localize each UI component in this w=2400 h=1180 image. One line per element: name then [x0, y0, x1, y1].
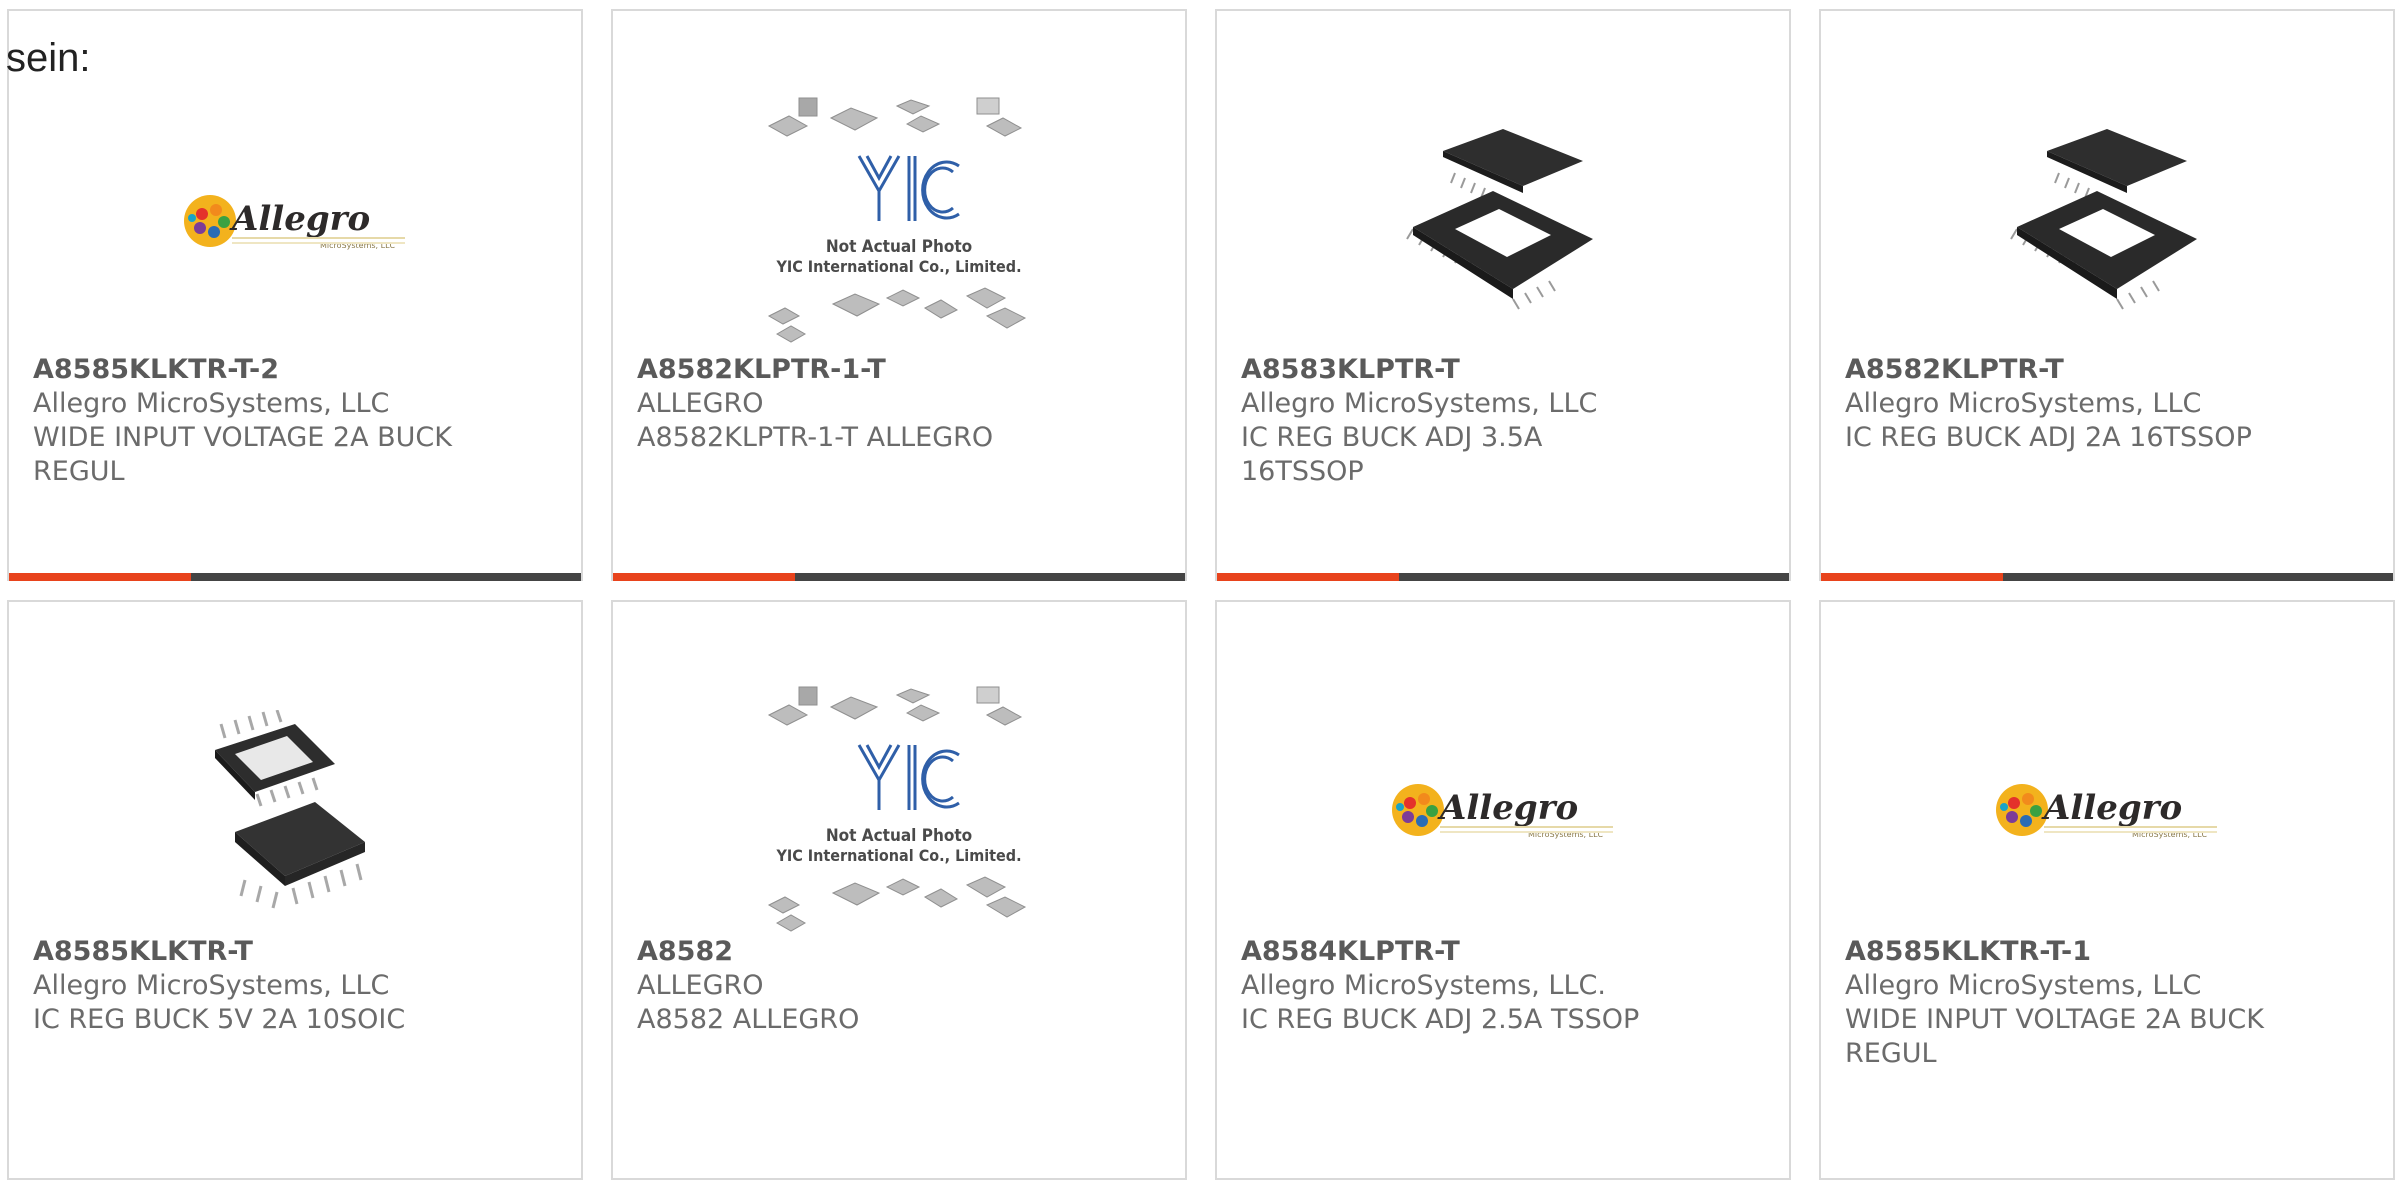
svg-text:Allegro: Allegro	[1437, 788, 1578, 828]
section-heading: sein:	[6, 36, 91, 80]
product-image	[1821, 91, 2393, 351]
svg-text:Allegro: Allegro	[2041, 788, 2182, 828]
description: IC REG BUCK 5V 2A 10SOIC	[33, 1004, 406, 1035]
product-card[interactable]: Allegro MicroSystems, LLC A8585KLKTR-T-2…	[7, 9, 583, 581]
svg-text:Not Actual Photo: Not Actual Photo	[826, 826, 972, 846]
manufacturer: Allegro MicroSystems, LLC.	[1241, 970, 1606, 1001]
part-number[interactable]: A8582	[637, 935, 1067, 969]
product-info: A8582KLPTR-T Allegro MicroSystems, LLC I…	[1845, 353, 2275, 455]
product-image	[1217, 91, 1789, 351]
product-image	[9, 680, 581, 940]
yic-placeholder-icon: Not Actual Photo YIC International Co., …	[767, 686, 1027, 932]
product-image: Not Actual Photo YIC International Co., …	[613, 680, 1185, 940]
manufacturer: ALLEGRO	[637, 388, 764, 419]
part-number[interactable]: A8582KLPTR-T	[1845, 353, 2275, 387]
product-card[interactable]: Not Actual Photo YIC International Co., …	[611, 9, 1187, 581]
description: WIDE INPUT VOLTAGE 2A BUCK REGUL	[1845, 1004, 2264, 1069]
allegro-logo-icon: Allegro MicroSystems, LLC	[184, 195, 405, 250]
product-image: Allegro MicroSystems, LLC	[9, 91, 581, 351]
product-info: A8582 ALLEGRO A8582 ALLEGRO	[637, 935, 1067, 1037]
yic-placeholder-icon: Not Actual Photo YIC International Co., …	[767, 97, 1027, 343]
product-image: Allegro MicroSystems, LLC	[1217, 680, 1789, 940]
allegro-logo-icon: Allegro MicroSystems, LLC	[1392, 784, 1613, 839]
product-grid: Allegro MicroSystems, LLC A8585KLKTR-T-2…	[0, 0, 2400, 1180]
product-info: A8582KLPTR-1-T ALLEGRO A8582KLPTR-1-T AL…	[637, 353, 1067, 455]
product-info: A8585KLKTR-T Allegro MicroSystems, LLC I…	[33, 935, 463, 1037]
product-card[interactable]: A8582KLPTR-T Allegro MicroSystems, LLC I…	[1819, 9, 2395, 581]
tssop-package-icon	[1406, 129, 1593, 310]
manufacturer: Allegro MicroSystems, LLC	[33, 388, 390, 419]
manufacturer: Allegro MicroSystems, LLC	[33, 970, 390, 1001]
product-info: A8585KLKTR-T-2 Allegro MicroSystems, LLC…	[33, 353, 463, 489]
description: IC REG BUCK ADJ 2.5A TSSOP	[1241, 1004, 1640, 1035]
product-card[interactable]: Not Actual Photo YIC International Co., …	[611, 600, 1187, 1180]
svg-text:YIC International Co., Limited: YIC International Co., Limited.	[775, 257, 1021, 276]
description: IC REG BUCK ADJ 3.5A 16TSSOP	[1241, 422, 1543, 487]
product-card[interactable]: A8585KLKTR-T Allegro MicroSystems, LLC I…	[7, 600, 583, 1180]
description: WIDE INPUT VOLTAGE 2A BUCK REGUL	[33, 422, 452, 487]
card-accent-bar	[9, 573, 581, 581]
manufacturer: Allegro MicroSystems, LLC	[1845, 388, 2202, 419]
svg-text:Not Actual Photo: Not Actual Photo	[826, 237, 972, 257]
product-image: Not Actual Photo YIC International Co., …	[613, 91, 1185, 351]
description: A8582KLPTR-1-T ALLEGRO	[637, 422, 994, 453]
part-number[interactable]: A8585KLKTR-T	[33, 935, 463, 969]
soic-package-icon	[215, 710, 365, 909]
part-number[interactable]: A8585KLKTR-T-2	[33, 353, 463, 387]
description: IC REG BUCK ADJ 2A 16TSSOP	[1845, 422, 2252, 453]
description: A8582 ALLEGRO	[637, 1004, 860, 1035]
card-accent-bar	[613, 573, 1185, 581]
tssop-package-icon	[2010, 129, 2197, 310]
card-accent-bar	[1821, 573, 2393, 581]
part-number[interactable]: A8584KLPTR-T	[1241, 935, 1671, 969]
allegro-logo-icon: Allegro MicroSystems, LLC	[1996, 784, 2217, 839]
svg-text:Allegro: Allegro	[229, 199, 370, 239]
svg-text:YIC International Co., Limited: YIC International Co., Limited.	[775, 846, 1021, 865]
product-image: Allegro MicroSystems, LLC	[1821, 680, 2393, 940]
product-info: A8585KLKTR-T-1 Allegro MicroSystems, LLC…	[1845, 935, 2275, 1071]
part-number[interactable]: A8583KLPTR-T	[1241, 353, 1671, 387]
product-card[interactable]: Allegro MicroSystems, LLC A8584KLPTR-T A…	[1215, 600, 1791, 1180]
manufacturer: ALLEGRO	[637, 970, 764, 1001]
product-info: A8583KLPTR-T Allegro MicroSystems, LLC I…	[1241, 353, 1671, 489]
product-card[interactable]: A8583KLPTR-T Allegro MicroSystems, LLC I…	[1215, 9, 1791, 581]
product-card[interactable]: Allegro MicroSystems, LLC A8585KLKTR-T-1…	[1819, 600, 2395, 1180]
manufacturer: Allegro MicroSystems, LLC	[1845, 970, 2202, 1001]
card-accent-bar	[1217, 573, 1789, 581]
part-number[interactable]: A8585KLKTR-T-1	[1845, 935, 2275, 969]
part-number[interactable]: A8582KLPTR-1-T	[637, 353, 1067, 387]
product-info: A8584KLPTR-T Allegro MicroSystems, LLC. …	[1241, 935, 1671, 1037]
manufacturer: Allegro MicroSystems, LLC	[1241, 388, 1598, 419]
